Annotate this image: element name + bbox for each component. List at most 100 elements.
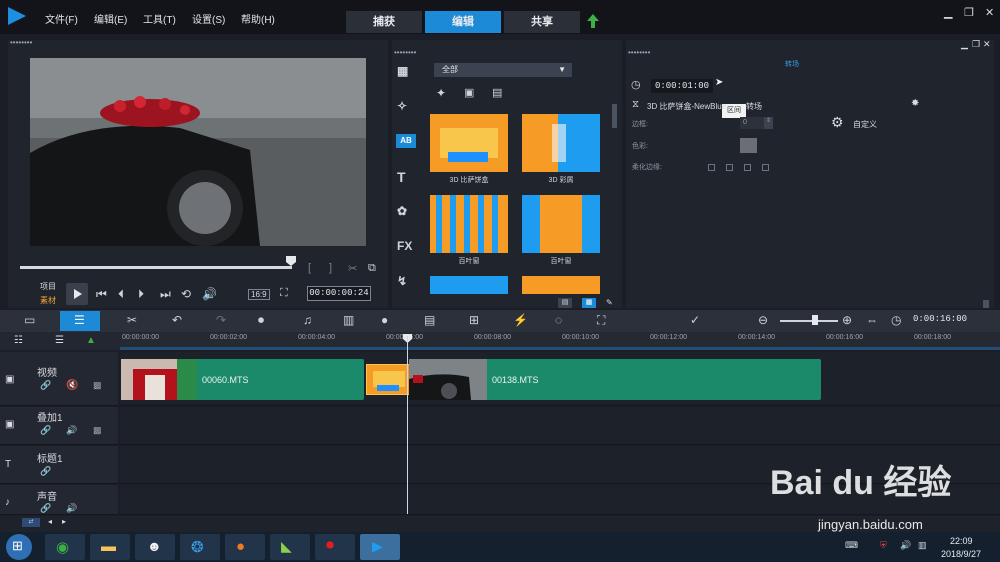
zoom-out-icon[interactable]: ⊖: [758, 313, 768, 327]
soften-weak-radio[interactable]: [726, 164, 733, 171]
menu-help[interactable]: 帮助(H): [241, 11, 275, 26]
pan-zoom-icon[interactable]: ⛶: [597, 313, 605, 328]
split-clip-icon[interactable]: ✂: [348, 262, 357, 275]
auto-music-icon[interactable]: ▥: [343, 313, 354, 327]
subtitle-editor-icon[interactable]: ▤: [424, 313, 435, 327]
tools-icon[interactable]: ✂: [127, 313, 137, 327]
soften-medium-radio[interactable]: [744, 164, 751, 171]
taskbar-app-media[interactable]: ❂: [180, 534, 220, 560]
link-icon[interactable]: 🔗: [40, 466, 51, 477]
crop-icon[interactable]: ⛶: [280, 287, 288, 300]
panel-grip-icon[interactable]: ••••••••: [628, 48, 650, 57]
player-timecode[interactable]: 00:00:00:24: [307, 286, 371, 301]
transition-thumb-blinds[interactable]: [430, 195, 508, 253]
track-manager-icon[interactable]: ☷: [14, 335, 23, 346]
video-clip[interactable]: 00138.MTS: [409, 359, 821, 400]
project-mode-label[interactable]: 项目: [40, 281, 56, 292]
repeat-icon[interactable]: ⟲: [181, 287, 191, 301]
mark-in-icon[interactable]: [: [308, 262, 311, 274]
add-favorite-icon[interactable]: ✦: [436, 86, 446, 100]
volume-icon[interactable]: 🔊: [66, 503, 77, 514]
graphics-icon[interactable]: ✿: [397, 204, 407, 218]
timeline-zoom-icon[interactable]: ⇄: [22, 518, 40, 527]
view-list-icon[interactable]: ▤: [558, 298, 572, 308]
options-toggle-icon[interactable]: ✎: [606, 298, 613, 307]
options-tab-transition[interactable]: 转场: [785, 59, 799, 69]
chapter-point-icon[interactable]: ☰: [55, 335, 64, 346]
menu-edit[interactable]: 编辑(E): [94, 11, 127, 26]
path-icon[interactable]: ↯: [397, 274, 407, 288]
motion-tracking-icon[interactable]: ●: [381, 313, 388, 327]
volume-tray-icon[interactable]: 🔊: [900, 540, 911, 551]
mask-creator-icon[interactable]: ◌: [555, 313, 562, 327]
video-clip[interactable]: 00060.MTS: [121, 359, 364, 400]
taskbar-app-video[interactable]: ◣: [270, 534, 310, 560]
preview-scrubber[interactable]: [20, 266, 292, 269]
duration-input[interactable]: 0:00:01:00: [651, 79, 713, 93]
ripple-icon[interactable]: ▩: [93, 425, 102, 436]
taskbar-app-editor[interactable]: ▶: [360, 534, 400, 560]
scroll-right-icon[interactable]: ▸: [62, 517, 66, 526]
multi-camera-icon[interactable]: ⊞: [469, 313, 479, 327]
volume-icon[interactable]: 🔊: [66, 425, 77, 436]
undo-icon[interactable]: ↶: [172, 313, 182, 327]
library-scrollbar[interactable]: [612, 104, 617, 128]
time-remapping-icon[interactable]: ⚡: [513, 313, 528, 327]
link-icon[interactable]: 🔗: [40, 380, 51, 391]
instant-project-icon[interactable]: ✧: [397, 99, 407, 113]
tab-share[interactable]: 共享: [504, 11, 580, 33]
soften-none-radio[interactable]: [708, 164, 715, 171]
transition-thumb-partial[interactable]: [522, 276, 600, 294]
mute-icon[interactable]: 🔇: [66, 380, 78, 391]
color-swatch[interactable]: [740, 138, 757, 153]
link-icon[interactable]: 🔗: [40, 425, 51, 436]
taskbar-time[interactable]: 22:09: [950, 536, 973, 546]
taskbar-app-360[interactable]: ◉: [45, 534, 85, 560]
taskbar-app-recorder[interactable]: ⏺: [315, 534, 355, 560]
options-scrollbar[interactable]: [983, 300, 989, 308]
restore-button[interactable]: ❐: [964, 6, 974, 19]
keyboard-icon[interactable]: ⌨: [845, 540, 858, 551]
zoom-in-icon[interactable]: ⊕: [842, 313, 852, 327]
transition-thumb-partial[interactable]: [430, 276, 508, 294]
view-thumb-icon[interactable]: ▦: [582, 298, 596, 308]
ripple-icon[interactable]: ▩: [93, 380, 102, 391]
upload-arrow-icon[interactable]: [586, 13, 600, 29]
security-icon[interactable]: ⛨: [880, 540, 887, 551]
panel-minimize-icon[interactable]: ▁: [961, 39, 968, 50]
scroll-left-icon[interactable]: ◂: [48, 517, 52, 526]
add-marker-icon[interactable]: ▲: [86, 335, 96, 346]
go-to-start-icon[interactable]: ⏮: [96, 287, 107, 302]
title-icon[interactable]: T: [397, 169, 406, 185]
transition-thumb-pizza-box[interactable]: [430, 114, 508, 172]
taskbar-app-explorer[interactable]: ▬: [90, 534, 130, 560]
menu-tools[interactable]: 工具(T): [143, 11, 176, 26]
storyboard-view-icon[interactable]: ▭: [24, 313, 35, 327]
sound-mixer-icon[interactable]: ♫: [303, 313, 312, 327]
go-to-end-icon[interactable]: ⏭: [160, 287, 171, 302]
apply-random-icon[interactable]: ▣: [464, 86, 474, 99]
clip-mode-label[interactable]: 素材: [40, 295, 56, 306]
gear-icon[interactable]: ⚙: [831, 114, 844, 131]
overlay-track[interactable]: [120, 407, 1000, 445]
playhead[interactable]: [407, 336, 408, 514]
tab-capture[interactable]: 捕获: [346, 11, 422, 33]
effect-star-icon[interactable]: ✸: [911, 98, 919, 109]
minimize-button[interactable]: ▁: [944, 6, 952, 19]
zoom-slider-handle[interactable]: [812, 315, 818, 325]
filter-icon[interactable]: FX: [397, 239, 412, 253]
panel-grip-icon[interactable]: ••••••••: [10, 38, 32, 47]
taskbar-date[interactable]: 2018/9/27: [941, 549, 981, 559]
panel-grip-icon[interactable]: ••••••••: [394, 48, 416, 57]
next-frame-icon[interactable]: ⏵: [138, 287, 144, 302]
menu-settings[interactable]: 设置(S): [192, 11, 225, 26]
transition-icon[interactable]: AB: [396, 134, 416, 148]
aspect-ratio-button[interactable]: 16:9: [248, 289, 270, 300]
tab-edit[interactable]: 编辑: [425, 11, 501, 33]
transition-thumb-confetti[interactable]: [522, 114, 600, 172]
library-filter-dropdown[interactable]: 全部 ▼: [434, 63, 572, 77]
zoom-slider[interactable]: [780, 320, 838, 322]
smart-proxy-icon[interactable]: ✓: [690, 313, 700, 327]
enlarge-preview-icon[interactable]: ⧉: [368, 262, 376, 275]
taskbar-app-qq[interactable]: ☻: [135, 534, 175, 560]
